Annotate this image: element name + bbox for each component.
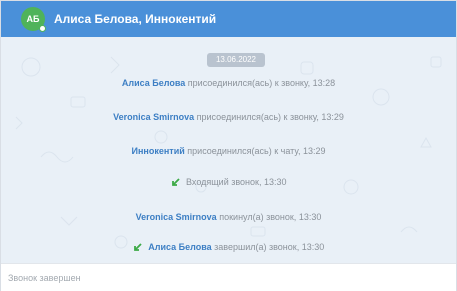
call-event-message: Входящий звонок, 13:30 [1, 177, 456, 187]
event-text: Входящий звонок, 13:30 [186, 177, 287, 187]
system-message: Veronica Smirnova присоединился(ась) к з… [1, 112, 456, 122]
call-status-bar: Звонок завершен [1, 263, 456, 291]
system-message: Иннокентий присоединился(ась) к чату, 13… [1, 146, 456, 156]
participant-name[interactable]: Veronica Smirnova [113, 112, 194, 122]
avatar[interactable]: АБ [21, 7, 46, 32]
participant-name[interactable]: Алиса Белова [122, 78, 185, 88]
participant-name[interactable]: Veronica Smirnova [136, 212, 217, 222]
system-message: Алиса Белова присоединился(ась) к звонку… [1, 78, 456, 88]
avatar-initials: АБ [26, 14, 40, 24]
event-text: присоединился(ась) к звонку, 13:29 [196, 112, 344, 122]
message-area[interactable]: 13.06.2022 Алиса Белова присоединился(ас… [1, 37, 456, 263]
event-text: присоединился(ась) к звонку, 13:28 [187, 78, 336, 88]
event-text: присоединился(ась) к чату, 13:29 [187, 146, 326, 156]
date-badge: 13.06.2022 [207, 53, 265, 67]
incoming-call-icon [133, 243, 142, 251]
event-text: завершил(а) звонок, 13:30 [214, 242, 325, 252]
online-status-icon [39, 25, 46, 32]
participant-name[interactable]: Алиса Белова [148, 242, 211, 252]
system-message: Veronica Smirnova покинул(а) звонок, 13:… [1, 212, 456, 222]
chat-title[interactable]: Алиса Белова, Иннокентий [54, 12, 216, 26]
chat-window: АБ Алиса Белова, Иннокентий 13.06.2022 А… [0, 0, 457, 291]
incoming-call-icon [171, 178, 180, 186]
call-status-text: Звонок завершен [8, 272, 81, 283]
chat-header: АБ Алиса Белова, Иннокентий [1, 1, 456, 37]
participant-name[interactable]: Иннокентий [132, 146, 185, 156]
call-event-message: Алиса Белова завершил(а) звонок, 13:30 [1, 242, 456, 252]
event-text: покинул(а) звонок, 13:30 [219, 212, 322, 222]
